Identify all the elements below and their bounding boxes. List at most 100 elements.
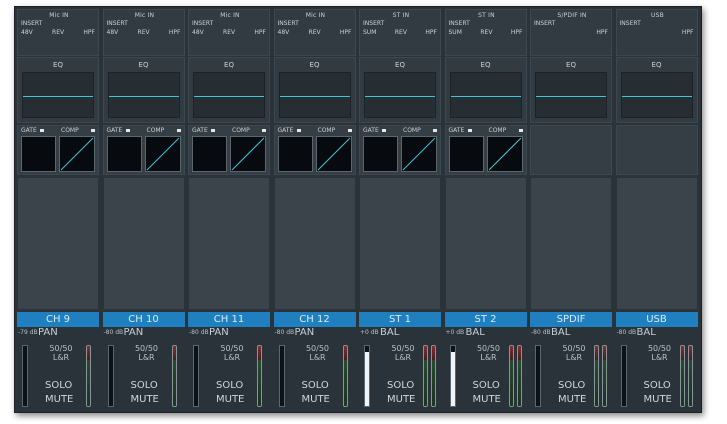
channel-strip: ST IN INSERT SUM REV HPF EQ GATE COMP ST…: [359, 9, 441, 409]
compressor-graph[interactable]: [486, 136, 523, 172]
eq-section[interactable]: EQ: [530, 57, 612, 123]
fader-area[interactable]: [273, 177, 356, 310]
compressor-graph[interactable]: [144, 136, 181, 172]
channel-fader[interactable]: [193, 345, 199, 407]
mute-button[interactable]: MUTE: [473, 394, 501, 405]
channel-fader[interactable]: [22, 345, 28, 407]
eq-section[interactable]: EQ: [615, 57, 698, 123]
input-header[interactable]: Mic IN INSERT 48V REV HPF: [17, 9, 99, 56]
flag-hpf[interactable]: HPF: [425, 29, 437, 36]
flag-hpf[interactable]: HPF: [340, 29, 352, 36]
flag-hpf[interactable]: HPF: [596, 29, 608, 36]
input-header[interactable]: ST IN INSERT SUM REV HPF: [444, 9, 527, 56]
input-header[interactable]: Mic IN INSERT 48V REV HPF: [273, 9, 356, 56]
channel-fader[interactable]: [535, 345, 541, 407]
eq-section[interactable]: EQ: [444, 57, 527, 123]
input-header[interactable]: Mic IN INSERT 48V REV HPF: [102, 9, 185, 56]
mute-button[interactable]: MUTE: [216, 394, 244, 405]
eq-graph[interactable]: [535, 72, 607, 118]
compressor-graph[interactable]: [59, 136, 95, 172]
mute-button[interactable]: MUTE: [131, 394, 159, 405]
input-header[interactable]: Mic IN INSERT 48V REV HPF: [188, 9, 270, 56]
flag-phantom-sum[interactable]: 48V: [21, 29, 33, 36]
fader-area[interactable]: [359, 177, 441, 310]
channel-name[interactable]: ST 1: [359, 312, 441, 327]
compressor-graph[interactable]: [315, 136, 352, 172]
eq-section[interactable]: EQ: [102, 57, 185, 123]
flag-phantom-sum[interactable]: 48V: [107, 29, 119, 36]
flag-rev[interactable]: REV: [395, 29, 407, 36]
flag-rev[interactable]: REV: [480, 29, 492, 36]
fader-area[interactable]: [17, 177, 99, 310]
flag-hpf[interactable]: HPF: [254, 29, 266, 36]
channel-fader[interactable]: [107, 345, 114, 407]
gate-graph[interactable]: [448, 136, 484, 172]
mute-button[interactable]: MUTE: [45, 394, 73, 405]
solo-button[interactable]: SOLO: [558, 380, 585, 391]
channel-fader[interactable]: [620, 345, 627, 407]
input-header[interactable]: USB INSERT HPF: [615, 9, 698, 56]
input-header[interactable]: ST IN INSERT SUM REV HPF: [359, 9, 441, 56]
pan-mode-label: PAN: [38, 327, 58, 338]
channel-fader[interactable]: [449, 345, 456, 407]
fader-area[interactable]: [102, 177, 185, 310]
mute-button[interactable]: MUTE: [387, 394, 415, 405]
solo-button[interactable]: SOLO: [387, 380, 414, 391]
channel-bottom: -80 dB PAN 50/50 L&R SOLO MUTE: [274, 327, 356, 409]
fader-area[interactable]: [188, 177, 270, 310]
fader-area[interactable]: [615, 177, 698, 310]
flag-hpf[interactable]: HPF: [682, 29, 694, 36]
channel-name[interactable]: CH 9: [17, 312, 99, 327]
channel-name[interactable]: CH 11: [188, 312, 270, 327]
eq-section[interactable]: EQ: [17, 57, 99, 123]
solo-button[interactable]: SOLO: [302, 380, 329, 391]
solo-button[interactable]: SOLO: [216, 380, 243, 391]
eq-section[interactable]: EQ: [273, 57, 356, 123]
eq-section[interactable]: EQ: [188, 57, 270, 123]
channel-fader[interactable]: [278, 345, 285, 407]
mute-button[interactable]: MUTE: [302, 394, 330, 405]
flag-rev[interactable]: REV: [223, 29, 235, 36]
gate-graph[interactable]: [277, 136, 313, 172]
flag-phantom-sum[interactable]: SUM: [363, 29, 376, 36]
eq-graph[interactable]: [107, 72, 180, 118]
flag-hpf[interactable]: HPF: [83, 29, 95, 36]
flag-rev[interactable]: REV: [309, 29, 321, 36]
flag-hpf[interactable]: HPF: [169, 29, 181, 36]
gate-graph[interactable]: [21, 136, 56, 172]
fader-area[interactable]: [530, 177, 612, 310]
compressor-graph[interactable]: [401, 136, 437, 172]
flag-rev[interactable]: REV: [52, 29, 64, 36]
solo-button[interactable]: SOLO: [644, 380, 671, 391]
eq-graph[interactable]: [449, 72, 522, 118]
channel-name[interactable]: USB: [615, 312, 698, 327]
flag-phantom-sum[interactable]: SUM: [449, 29, 462, 36]
channel-name[interactable]: CH 10: [102, 312, 185, 327]
eq-graph[interactable]: [620, 72, 693, 118]
dynamics-section-empty: [615, 125, 698, 175]
channel-name[interactable]: ST 2: [444, 312, 527, 327]
flag-phantom-sum[interactable]: 48V: [278, 29, 290, 36]
mute-button[interactable]: MUTE: [558, 394, 586, 405]
flag-rev[interactable]: REV: [138, 29, 150, 36]
eq-graph[interactable]: [278, 72, 351, 118]
solo-button[interactable]: SOLO: [131, 380, 158, 391]
flag-phantom-sum[interactable]: 48V: [192, 29, 204, 36]
channel-name[interactable]: SPDIF: [530, 312, 612, 327]
eq-graph[interactable]: [364, 72, 436, 118]
gate-graph[interactable]: [192, 136, 227, 172]
channel-fader[interactable]: [364, 345, 370, 407]
eq-section[interactable]: EQ: [359, 57, 441, 123]
compressor-graph[interactable]: [230, 136, 266, 172]
eq-graph[interactable]: [22, 72, 94, 118]
gate-graph[interactable]: [106, 136, 142, 172]
input-header[interactable]: S/PDIF IN INSERT HPF: [530, 9, 612, 56]
flag-hpf[interactable]: HPF: [511, 29, 523, 36]
mute-button[interactable]: MUTE: [644, 394, 672, 405]
fader-area[interactable]: [444, 177, 527, 310]
solo-button[interactable]: SOLO: [473, 380, 500, 391]
channel-name[interactable]: CH 12: [273, 312, 356, 327]
eq-graph[interactable]: [193, 72, 265, 118]
solo-button[interactable]: SOLO: [45, 380, 72, 391]
gate-graph[interactable]: [363, 136, 398, 172]
